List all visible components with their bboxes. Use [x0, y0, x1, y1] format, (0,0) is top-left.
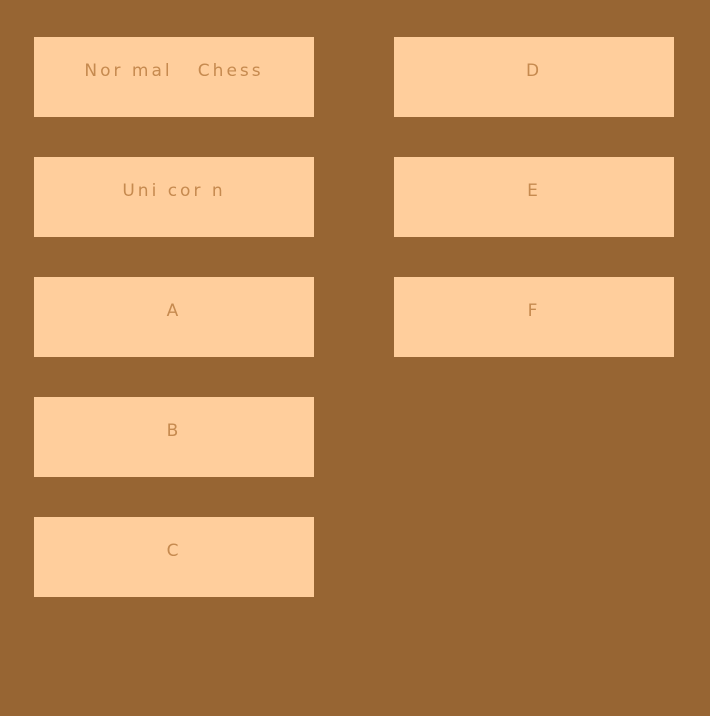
unicorn-button-label: Uni cor n [122, 181, 226, 201]
option-f-button[interactable]: F [394, 277, 674, 357]
option-e-button[interactable]: E [394, 157, 674, 237]
option-e-button-label: E [527, 181, 541, 201]
option-a-button[interactable]: A [34, 277, 314, 357]
option-c-button-label: C [166, 541, 182, 561]
option-a-button-label: A [166, 301, 182, 321]
unicorn-button[interactable]: Uni cor n [34, 157, 314, 237]
option-b-button[interactable]: B [34, 397, 314, 477]
normal-chess-button[interactable]: Nor mal Chess [34, 37, 314, 117]
option-d-button[interactable]: D [394, 37, 674, 117]
option-c-button[interactable]: C [34, 517, 314, 597]
normal-chess-button-label: Nor mal Chess [84, 61, 264, 81]
option-b-button-label: B [166, 421, 182, 441]
option-f-button-label: F [527, 301, 541, 321]
option-d-button-label: D [525, 61, 543, 81]
